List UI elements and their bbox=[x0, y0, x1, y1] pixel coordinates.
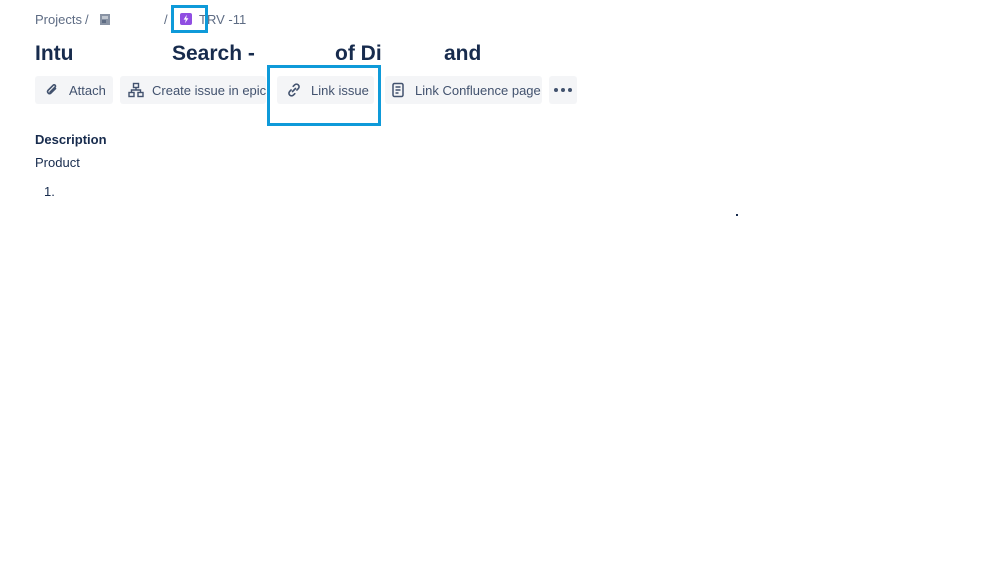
hierarchy-icon bbox=[128, 81, 144, 99]
description-text[interactable]: Product bbox=[35, 155, 80, 170]
breadcrumb-separator: / bbox=[85, 12, 89, 27]
create-issue-in-epic-button[interactable]: Create issue in epic bbox=[120, 76, 266, 104]
description-list-marker: 1. bbox=[44, 184, 55, 199]
stray-dot bbox=[736, 214, 738, 216]
highlight-box-issue-type bbox=[171, 5, 208, 33]
create-issue-in-epic-label: Create issue in epic bbox=[152, 82, 267, 98]
issue-title-part: Search - bbox=[172, 42, 255, 65]
breadcrumb-projects-link[interactable]: Projects bbox=[35, 12, 82, 27]
page-icon bbox=[389, 81, 407, 99]
issue-title[interactable]: Intu Search - of Di and bbox=[35, 40, 735, 70]
breadcrumb-separator: / bbox=[164, 12, 168, 27]
description-heading: Description bbox=[35, 132, 107, 147]
link-confluence-page-button[interactable]: Link Confluence page bbox=[385, 76, 542, 104]
highlight-box-link-issue bbox=[267, 65, 381, 126]
attach-button-label: Attach bbox=[69, 82, 106, 98]
more-actions-button[interactable] bbox=[549, 76, 577, 104]
issue-title-part: and bbox=[444, 42, 482, 65]
link-confluence-page-label: Link Confluence page bbox=[415, 82, 541, 98]
paperclip-icon bbox=[43, 81, 61, 99]
issue-title-part: of Di bbox=[335, 42, 382, 65]
attach-button[interactable]: Attach bbox=[35, 76, 113, 104]
more-horizontal-icon bbox=[554, 88, 572, 92]
issue-title-part: Intu bbox=[35, 42, 74, 65]
project-avatar-icon[interactable] bbox=[99, 13, 111, 26]
